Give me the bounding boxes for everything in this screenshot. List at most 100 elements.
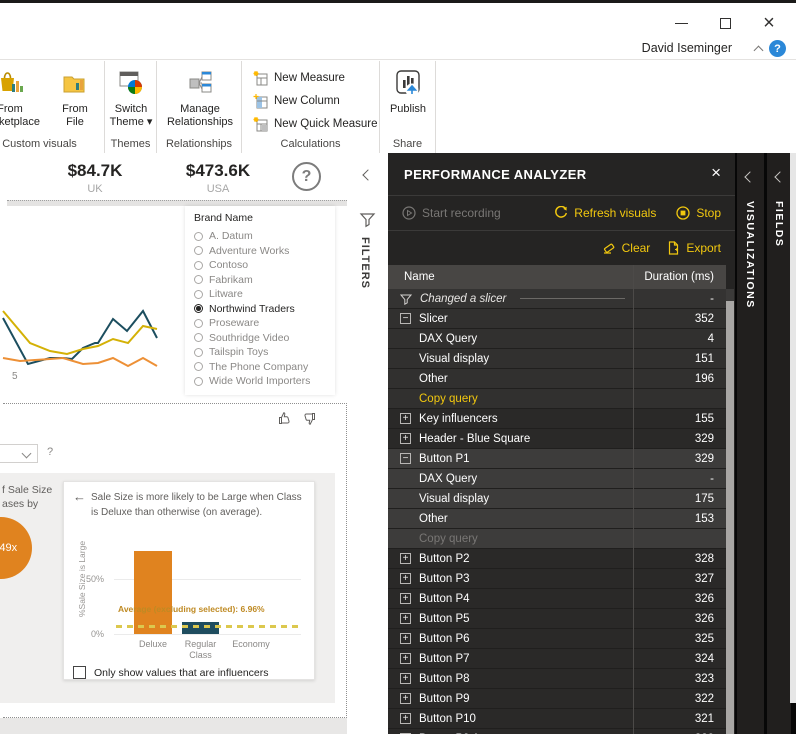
filters-pane-title[interactable]: FILTERS [359, 237, 371, 289]
close-window-button[interactable]: × [754, 11, 784, 35]
slicer-option[interactable]: The Phone Company [194, 360, 335, 375]
maximize-button[interactable] [710, 11, 740, 35]
radio-icon[interactable] [194, 347, 203, 357]
pa-row[interactable]: + Button P6 325 [388, 629, 726, 649]
slicer-option[interactable]: Contoso [194, 258, 335, 273]
pa-subrow[interactable]: Copy query [388, 389, 726, 409]
pa-row[interactable]: + Button P3 327 [388, 569, 726, 589]
expand-icon[interactable]: + [400, 673, 411, 684]
fields-pane-title[interactable]: FIELDS [773, 201, 785, 247]
from-file-button[interactable]: From File [53, 67, 97, 128]
slicer-option[interactable]: Wide World Importers [194, 374, 335, 389]
copy-query-link[interactable]: Copy query [419, 393, 478, 405]
pa-row[interactable]: + Header - Blue Square 329 [388, 429, 726, 449]
pa-subrow[interactable]: Other 153 [388, 509, 726, 529]
influencer-bar-regular-class[interactable] [182, 622, 219, 634]
report-canvas[interactable]: $84.7K UK $473.6K USA ? Brand Name A. Da… [0, 153, 348, 734]
slicer-option[interactable]: Proseware [194, 316, 335, 331]
publish-button[interactable]: Publish [385, 67, 431, 116]
slicer-option[interactable]: Litware [194, 287, 335, 302]
radio-icon[interactable] [194, 246, 203, 256]
slicer-option[interactable]: Fabrikam [194, 273, 335, 288]
visualizations-pane-title[interactable]: VISUALIZATIONS [744, 201, 756, 309]
expand-icon[interactable]: + [400, 693, 411, 704]
column-header-duration[interactable]: Duration (ms) [644, 271, 726, 283]
pa-subrow[interactable]: Other 196 [388, 369, 726, 389]
switch-theme-button[interactable]: Switch Theme ▾ [108, 67, 154, 128]
pa-row[interactable]: + Button P10 321 [388, 709, 726, 729]
card-visual-uk[interactable]: $84.7K UK [55, 161, 135, 195]
collapse-icon[interactable]: − [400, 313, 411, 324]
radio-icon[interactable] [194, 275, 203, 285]
slicer-option[interactable]: Northwind Traders [194, 302, 335, 317]
new-measure-button[interactable]: New Measure [252, 69, 345, 86]
influencer-bar-deluxe[interactable] [134, 551, 172, 634]
only-influencers-checkbox[interactable] [73, 666, 86, 679]
clear-button[interactable]: Clear [602, 241, 650, 255]
pa-row[interactable]: + Button P4 326 [388, 589, 726, 609]
pa-row[interactable]: + Button P8 323 [388, 669, 726, 689]
expand-icon[interactable]: + [400, 553, 411, 564]
pa-row[interactable]: + Button P5 326 [388, 609, 726, 629]
stop-button[interactable]: Stop [676, 206, 721, 220]
expand-filters-chevron-icon[interactable] [362, 169, 374, 181]
pa-row[interactable]: − Button P1 329 [388, 449, 726, 469]
expand-visualizations-chevron-icon[interactable] [744, 171, 756, 183]
pa-row[interactable]: +Button P9 A320 [388, 729, 726, 734]
collapse-icon[interactable]: − [400, 453, 411, 464]
pa-scrollbar-track[interactable] [726, 289, 734, 734]
slicer-option[interactable]: A. Datum [194, 229, 335, 244]
expand-icon[interactable]: + [400, 593, 411, 604]
pa-row[interactable]: − Slicer 352 [388, 309, 726, 329]
visualizations-pane-collapsed[interactable]: VISUALIZATIONS [737, 153, 764, 734]
new-quick-measure-button[interactable]: New Quick Measure [252, 115, 378, 132]
radio-icon[interactable] [194, 318, 203, 328]
influencer-help[interactable]: ? [47, 446, 53, 458]
pa-row[interactable]: + Button P2 328 [388, 549, 726, 569]
help-icon[interactable]: ? [769, 40, 786, 57]
radio-icon[interactable] [194, 333, 203, 343]
expand-icon[interactable]: + [400, 573, 411, 584]
pa-row[interactable]: + Key influencers 155 [388, 409, 726, 429]
radio-icon[interactable] [194, 260, 203, 270]
expand-icon[interactable]: + [400, 633, 411, 644]
pa-row[interactable]: Changed a slicer - [388, 289, 726, 309]
influencer-multiplier-bubble[interactable]: 11.49x [0, 517, 32, 579]
filters-pane-collapsed[interactable]: FILTERS [348, 153, 388, 734]
pa-subrow[interactable]: Visual display 151 [388, 349, 726, 369]
radio-icon[interactable] [194, 362, 203, 372]
expand-icon[interactable]: + [400, 613, 411, 624]
expand-icon[interactable]: + [400, 433, 411, 444]
slicer-option[interactable]: Adventure Works [194, 244, 335, 259]
radio-icon[interactable] [194, 304, 203, 314]
card-visual-usa[interactable]: $473.6K USA [178, 161, 258, 195]
pa-subrow[interactable]: DAX Query - [388, 469, 726, 489]
thumbs-up-icon[interactable] [278, 411, 293, 426]
from-marketplace-button[interactable]: From Marketplace [0, 67, 41, 128]
pa-subrow[interactable]: Visual display 175 [388, 489, 726, 509]
pa-subrow[interactable]: DAX Query 4 [388, 329, 726, 349]
pa-scrollbar-thumb[interactable] [726, 301, 734, 734]
manage-relationships-button[interactable]: Manage Relationships [164, 67, 236, 128]
export-button[interactable]: Export [666, 241, 721, 255]
column-header-name[interactable]: Name [388, 271, 435, 283]
expand-icon[interactable]: + [400, 653, 411, 664]
key-influencers-visual[interactable]: f Sale Size ases by 11.49x ← Sale Size i… [0, 473, 335, 703]
pa-close-button[interactable]: × [711, 163, 721, 183]
pa-row[interactable]: + Button P9 322 [388, 689, 726, 709]
radio-icon[interactable] [194, 376, 203, 386]
refresh-visuals-button[interactable]: Refresh visuals [554, 206, 656, 220]
expand-icon[interactable]: + [400, 713, 411, 724]
thumbs-down-icon[interactable] [301, 411, 316, 426]
radio-icon[interactable] [194, 289, 203, 299]
account-name[interactable]: David Iseminger [642, 41, 732, 55]
pa-subrow[interactable]: Copy query [388, 529, 726, 549]
new-column-button[interactable]: New Column [252, 92, 340, 109]
radio-icon[interactable] [194, 231, 203, 241]
back-arrow-icon[interactable]: ← [73, 489, 86, 504]
pa-row[interactable]: + Button P7 324 [388, 649, 726, 669]
chevron-up-icon[interactable] [753, 45, 764, 56]
minimize-button[interactable] [666, 11, 696, 35]
line-chart-visual[interactable] [0, 296, 178, 396]
influencer-dropdown[interactable] [0, 444, 38, 463]
